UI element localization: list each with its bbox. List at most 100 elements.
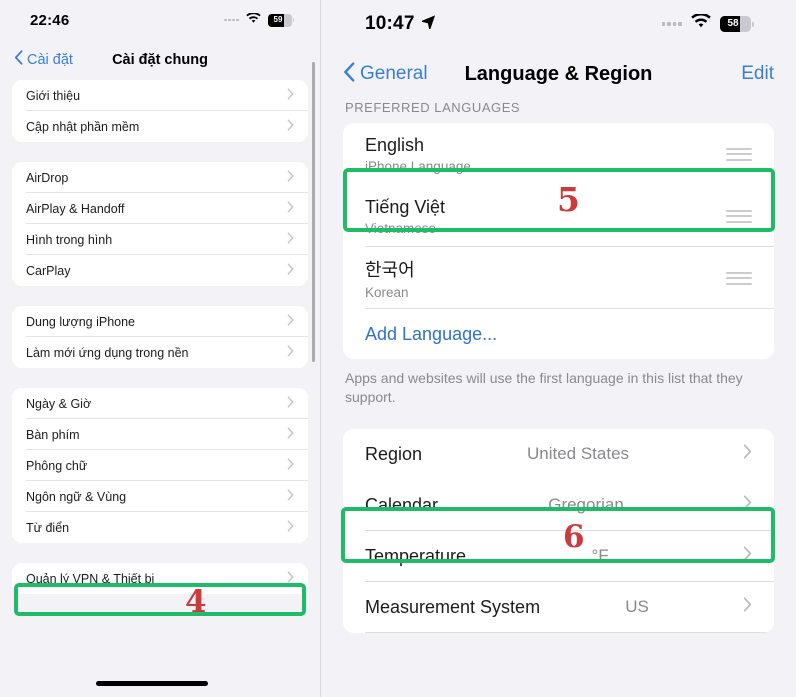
status-indicators: 59	[224, 11, 294, 29]
row-label: Temperature	[365, 545, 467, 566]
row-label: Dung lượng iPhone	[26, 314, 135, 329]
back-button-label: Cài đặt	[27, 52, 73, 68]
chevron-right-icon	[287, 118, 294, 136]
row-label: Phông chữ	[26, 458, 88, 473]
battery-indicator: 58	[719, 16, 754, 32]
settings-group-vpn-device: Quản lý VPN & Thiết bị	[12, 563, 308, 594]
chevron-right-icon	[287, 457, 294, 475]
left-status-bar: 22:46 59	[0, 0, 320, 40]
language-row-tieng-viet[interactable]: Tiếng Việt Vietnamese	[343, 185, 774, 247]
settings-group-about: Giới thiệu Cập nhật phần mềm	[12, 80, 308, 142]
right-phone-screen: 10:47 58 General Language & Region Edit …	[320, 0, 796, 697]
chevron-right-icon	[287, 519, 294, 537]
row-value: US	[625, 597, 649, 617]
left-scrollbar[interactable]	[312, 62, 315, 362]
chevron-right-icon	[287, 426, 294, 444]
drag-handle-icon[interactable]	[726, 271, 752, 285]
chevron-right-icon	[287, 344, 294, 362]
row-label: Bàn phím	[26, 427, 80, 442]
chevron-right-icon	[287, 488, 294, 506]
settings-row-airplay-handoff[interactable]: AirPlay & Handoff	[12, 193, 308, 224]
settings-group-storage: Dung lượng iPhone Làm mới ứng dụng trong…	[12, 306, 308, 368]
row-value: °F	[591, 546, 609, 566]
preferred-languages-group: English iPhone Language Tiếng Việt Vietn…	[343, 123, 774, 359]
section-header-preferred-languages: PREFERRED LANGUAGES	[345, 100, 521, 115]
region-row-temperature[interactable]: Temperature °F	[343, 530, 774, 582]
chevron-right-icon	[743, 495, 752, 515]
language-name: 한국어	[365, 260, 415, 280]
right-status-bar: 10:47 58	[321, 0, 796, 48]
signal-dots-icon	[224, 18, 239, 22]
settings-row-ban-phim[interactable]: Bàn phím	[12, 419, 308, 450]
edit-button[interactable]: Edit	[741, 63, 774, 85]
add-language-row[interactable]: Add Language...	[343, 309, 774, 359]
row-value: Gregorian	[548, 495, 624, 515]
chevron-right-icon	[287, 313, 294, 331]
chevron-right-icon	[287, 169, 294, 187]
region-row-region[interactable]: Region United States	[343, 428, 774, 480]
settings-row-quan-ly-vpn[interactable]: Quản lý VPN & Thiết bị	[12, 563, 308, 594]
left-phone-screen: 22:46 59 Cài đặt Cài đặt chung Giới thiệ…	[0, 0, 320, 697]
chevron-right-icon	[743, 597, 752, 617]
settings-row-airdrop[interactable]: AirDrop	[12, 162, 308, 193]
chevron-right-icon	[287, 200, 294, 218]
settings-row-lam-moi-ung-dung[interactable]: Làm mới ứng dụng trong nền	[12, 337, 308, 368]
back-button-label: General	[360, 63, 428, 84]
settings-row-phong-chu[interactable]: Phông chữ	[12, 450, 308, 481]
chevron-right-icon	[287, 262, 294, 280]
add-language-label: Add Language...	[365, 323, 498, 344]
chevron-right-icon	[287, 570, 294, 588]
row-value: United States	[526, 444, 630, 464]
chevron-right-icon	[743, 444, 752, 464]
language-region-scroll[interactable]: PREFERRED LANGUAGES English iPhone Langu…	[321, 100, 796, 697]
left-settings-scroll[interactable]: Giới thiệu Cập nhật phần mềm AirDrop Air…	[0, 80, 320, 697]
settings-row-ngay-gio[interactable]: Ngày & Giờ	[12, 388, 308, 419]
region-settings-group: Region United States Calendar Gregorian …	[343, 428, 774, 633]
row-label: Làm mới ứng dụng trong nền	[26, 345, 189, 360]
row-label: Ngôn ngữ & Vùng	[26, 489, 127, 504]
battery-percent-label: 58	[727, 18, 739, 29]
wifi-icon	[690, 12, 711, 34]
drag-handle-icon[interactable]	[726, 147, 752, 161]
battery-indicator: 59	[267, 13, 294, 27]
back-button-general[interactable]: General	[343, 61, 428, 87]
region-row-calendar[interactable]: Calendar Gregorian	[343, 479, 774, 531]
settings-row-ngon-ngu-vung[interactable]: Ngôn ngữ & Vùng	[12, 481, 308, 512]
row-label: Calendar	[365, 494, 439, 515]
language-row-korean[interactable]: 한국어 Korean	[343, 247, 774, 309]
language-subtitle: Vietnamese	[365, 220, 437, 236]
row-label: Region	[365, 443, 423, 464]
language-row-english[interactable]: English iPhone Language	[343, 123, 774, 185]
back-button-settings[interactable]: Cài đặt	[14, 50, 73, 70]
settings-group-localization: Ngày & Giờ Bàn phím Phông chữ Ngôn ngữ &…	[12, 388, 308, 543]
wifi-icon	[245, 11, 261, 29]
settings-row-cap-nhat-phan-mem[interactable]: Cập nhật phần mềm	[12, 111, 308, 142]
row-label: Giới thiệu	[26, 88, 81, 103]
settings-row-hinh-trong-hinh[interactable]: Hình trong hình	[12, 224, 308, 255]
status-clock: 10:47	[365, 13, 436, 35]
right-nav-bar: General Language & Region Edit	[321, 48, 796, 100]
left-nav-bar: Cài đặt Cài đặt chung	[0, 40, 320, 80]
chevron-left-icon	[343, 61, 355, 87]
language-name: Tiếng Việt	[365, 196, 446, 217]
settings-row-tu-dien[interactable]: Từ điển	[12, 512, 308, 543]
chevron-right-icon	[287, 231, 294, 249]
signal-dots-icon	[661, 22, 682, 26]
chevron-right-icon	[287, 87, 294, 105]
language-name: English	[365, 134, 425, 155]
settings-row-gioi-thieu[interactable]: Giới thiệu	[12, 80, 308, 111]
status-indicators: 58	[661, 12, 754, 34]
chevron-right-icon	[287, 395, 294, 413]
region-row-measurement-system[interactable]: Measurement System US	[343, 581, 774, 633]
row-label: CarPlay	[26, 263, 71, 278]
settings-row-carplay[interactable]: CarPlay	[12, 255, 308, 286]
drag-handle-icon[interactable]	[726, 209, 752, 223]
settings-row-dung-luong-iphone[interactable]: Dung lượng iPhone	[12, 306, 308, 337]
row-label: Từ điển	[26, 520, 70, 535]
home-indicator	[96, 681, 208, 686]
row-label: AirPlay & Handoff	[26, 201, 125, 216]
status-clock: 22:46	[30, 12, 69, 29]
row-label: Ngày & Giờ	[26, 396, 92, 411]
language-subtitle: iPhone Language	[365, 158, 471, 174]
row-label: Measurement System	[365, 596, 541, 617]
